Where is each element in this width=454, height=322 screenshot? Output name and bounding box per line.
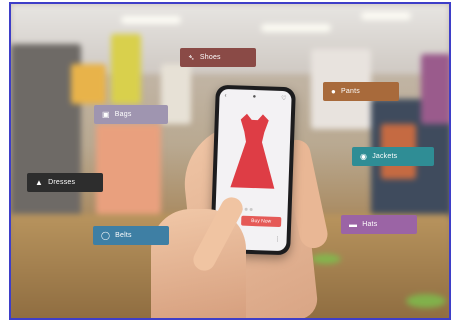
buy-button[interactable]: Buy Now <box>241 215 282 228</box>
red-dress-image <box>230 113 275 189</box>
tag-label: Shoes <box>199 54 221 61</box>
tag-label: Belts <box>115 232 132 239</box>
tag-label: Jackets <box>372 153 398 160</box>
floor-marker <box>311 254 341 264</box>
tag-label: Pants <box>341 88 360 95</box>
heart-icon[interactable]: ♡ <box>281 95 287 102</box>
screen-header: ‹ ● ♡ <box>219 93 291 106</box>
tag-belts[interactable]: ◯ Belts <box>93 226 169 245</box>
ceiling-light <box>361 12 411 20</box>
hat-icon: ▬ <box>349 219 358 229</box>
bulb-icon: ● <box>331 86 337 96</box>
clothing-rack <box>421 54 449 124</box>
clothing-rack <box>71 64 106 104</box>
back-icon[interactable]: ‹ <box>224 93 226 99</box>
tag-dresses[interactable]: ▲ Dresses <box>27 173 103 192</box>
carousel-dot[interactable] <box>249 207 253 212</box>
belt-icon: ◯ <box>101 230 111 240</box>
clothing-rack <box>96 124 161 214</box>
tag-label: Hats <box>362 221 378 228</box>
bag-icon: ▣ <box>102 109 110 119</box>
camera-notch-icon: ● <box>252 93 257 101</box>
carousel-dot[interactable] <box>244 207 248 211</box>
tag-hats[interactable]: ▬ Hats <box>341 215 417 234</box>
floor-marker <box>406 294 446 308</box>
tag-jackets[interactable]: ◉ Jackets <box>352 147 434 166</box>
tag-label: Dresses <box>48 179 76 186</box>
ceiling-light <box>121 16 181 24</box>
ceiling-light <box>261 24 331 32</box>
tag-label: Bags <box>114 111 132 118</box>
dress-shape <box>230 113 275 189</box>
tag-pants[interactable]: ● Pants <box>323 82 399 101</box>
carousel-dots <box>239 198 264 212</box>
tag-bags[interactable]: ▣ Bags <box>94 105 168 124</box>
shoe-icon: ➴ <box>188 52 195 62</box>
photo-frame: ‹ ● ♡ Buy Now ⋮ ➴ Shoes ● Pants ▣ Bags ◉… <box>9 2 451 320</box>
share-icon[interactable]: ⋮ <box>274 236 280 243</box>
clothing-rack <box>111 34 141 104</box>
tag-shoes[interactable]: ➴ Shoes <box>180 48 256 67</box>
person-icon: ▲ <box>35 177 44 187</box>
jacket-icon: ◉ <box>360 151 368 161</box>
